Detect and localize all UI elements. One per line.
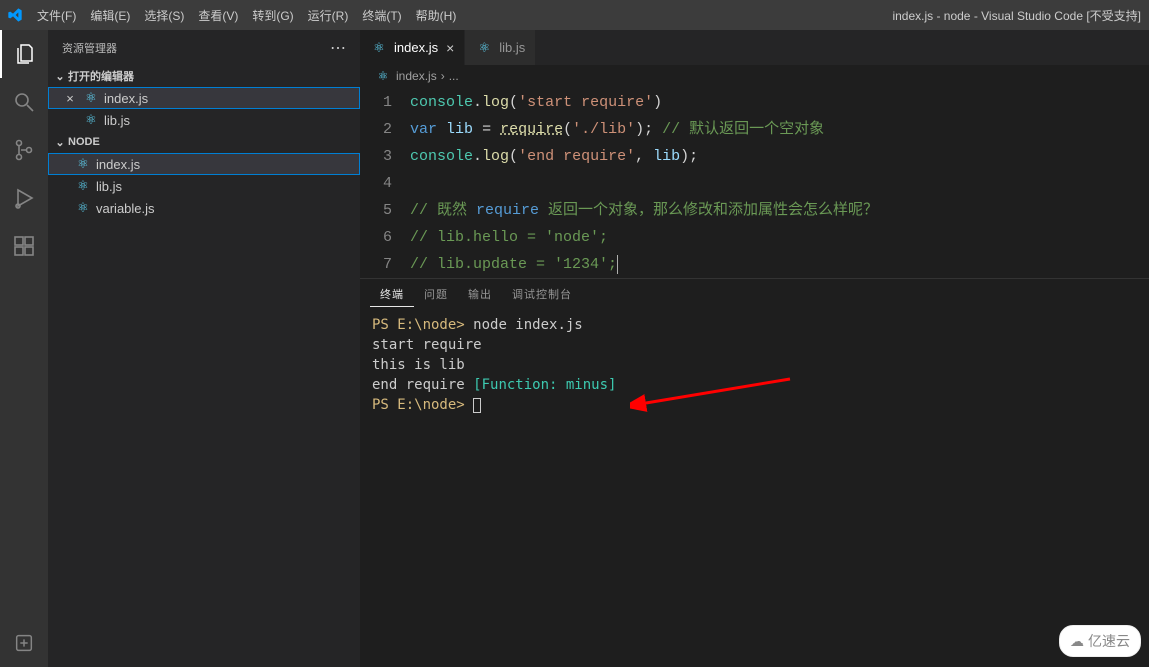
react-file-icon: ⚛ [82,112,100,128]
react-file-icon: ⚛ [74,178,92,194]
terminal-cmd: node index.js [473,317,583,333]
tab-lib-js[interactable]: ⚛ lib.js [465,30,536,65]
open-editor-index-js[interactable]: × ⚛ index.js [48,87,360,109]
breadcrumb-file: index.js [396,69,437,83]
close-icon[interactable]: × [446,40,454,56]
tab-label: index.js [394,40,438,55]
activity-explorer[interactable] [0,30,48,78]
menu-help[interactable]: 帮助(H) [409,0,464,30]
sidebar-header: 资源管理器 ⋯ [48,30,360,65]
terminal[interactable]: PS E:\node> node index.js start require … [360,309,1149,443]
window-title: index.js - node - Visual Studio Code [不受… [463,7,1149,24]
menu-view[interactable]: 查看(V) [191,0,245,30]
folder-header[interactable]: ⌄ NODE [48,131,360,153]
menu-edit[interactable]: 编辑(E) [83,0,137,30]
file-label: lib.js [104,113,130,128]
react-file-icon: ⚛ [370,40,388,56]
watermark-text: 亿速云 [1088,631,1130,651]
open-editors-header[interactable]: ⌄ 打开的编辑器 [48,65,360,87]
activity-source-control[interactable] [0,126,48,174]
panel-tab-terminal[interactable]: 终端 [370,282,414,307]
react-file-icon: ⚛ [475,40,493,56]
file-label: variable.js [96,201,155,216]
tab-label: lib.js [499,40,525,55]
panel-tab-debug-console[interactable]: 调试控制台 [502,282,582,306]
breadcrumb-rest: ... [449,69,459,83]
react-file-icon: ⚛ [374,69,392,83]
terminal-line: this is lib [372,355,1137,375]
file-variable-js[interactable]: ⚛ variable.js [48,197,360,219]
menu-file[interactable]: 文件(F) [30,0,83,30]
activity-search[interactable] [0,78,48,126]
menu-run[interactable]: 运行(R) [301,0,356,30]
activity-extensions[interactable] [0,222,48,270]
terminal-line: start require [372,335,1137,355]
watermark-badge: ☁ 亿速云 [1059,625,1141,657]
activity-bar [0,30,48,667]
chevron-right-icon: › [441,69,445,83]
terminal-prompt: PS E:\node> [372,397,465,413]
breadcrumb[interactable]: ⚛ index.js › ... [360,65,1149,87]
chevron-down-icon: ⌄ [52,136,68,149]
file-label: lib.js [96,179,122,194]
react-file-icon: ⚛ [74,156,92,172]
terminal-function-output: [Function: minus] [473,377,616,393]
bottom-panel: 终端 问题 输出 调试控制台 PS E:\node> node index.js… [360,278,1149,443]
explorer-sidebar: 资源管理器 ⋯ ⌄ 打开的编辑器 × ⚛ index.js ⚛ lib.js ⌄… [48,30,360,667]
sidebar-title: 资源管理器 [62,40,117,56]
vscode-icon [0,7,30,23]
editor-tabs: ⚛ index.js × ⚛ lib.js [360,30,1149,65]
terminal-cursor [473,398,481,413]
menu-go[interactable]: 转到(G) [245,0,300,30]
line-gutter: 1234567 [360,89,410,278]
panel-tabs: 终端 问题 输出 调试控制台 [360,279,1149,309]
tab-index-js[interactable]: ⚛ index.js × [360,30,465,65]
cloud-icon: ☁ [1070,633,1084,650]
code-editor[interactable]: 1234567 console.log('start require')var … [360,87,1149,278]
file-label: index.js [104,91,148,106]
activity-bottom-icon[interactable] [0,619,48,667]
react-file-icon: ⚛ [74,200,92,216]
file-lib-js[interactable]: ⚛ lib.js [48,175,360,197]
open-editors-label: 打开的编辑器 [68,68,134,84]
activity-run-debug[interactable] [0,174,48,222]
sidebar-more-icon[interactable]: ⋯ [330,38,346,58]
menu-selection[interactable]: 选择(S) [137,0,191,30]
title-bar: 文件(F) 编辑(E) 选择(S) 查看(V) 转到(G) 运行(R) 终端(T… [0,0,1149,30]
file-label: index.js [96,157,140,172]
open-editor-lib-js[interactable]: ⚛ lib.js [48,109,360,131]
menu-terminal[interactable]: 终端(T) [355,0,408,30]
file-index-js[interactable]: ⚛ index.js [48,153,360,175]
react-file-icon: ⚛ [82,90,100,106]
terminal-line: end require [372,377,473,393]
chevron-down-icon: ⌄ [52,70,68,83]
close-icon[interactable]: × [58,91,82,106]
terminal-prompt: PS E:\node> [372,317,465,333]
panel-tab-output[interactable]: 输出 [458,282,502,306]
folder-label: NODE [68,136,100,148]
editor-area: ⚛ index.js × ⚛ lib.js ⚛ index.js › ... 1… [360,30,1149,667]
panel-tab-problems[interactable]: 问题 [414,282,458,306]
code-lines[interactable]: console.log('start require')var lib = re… [410,89,1149,278]
